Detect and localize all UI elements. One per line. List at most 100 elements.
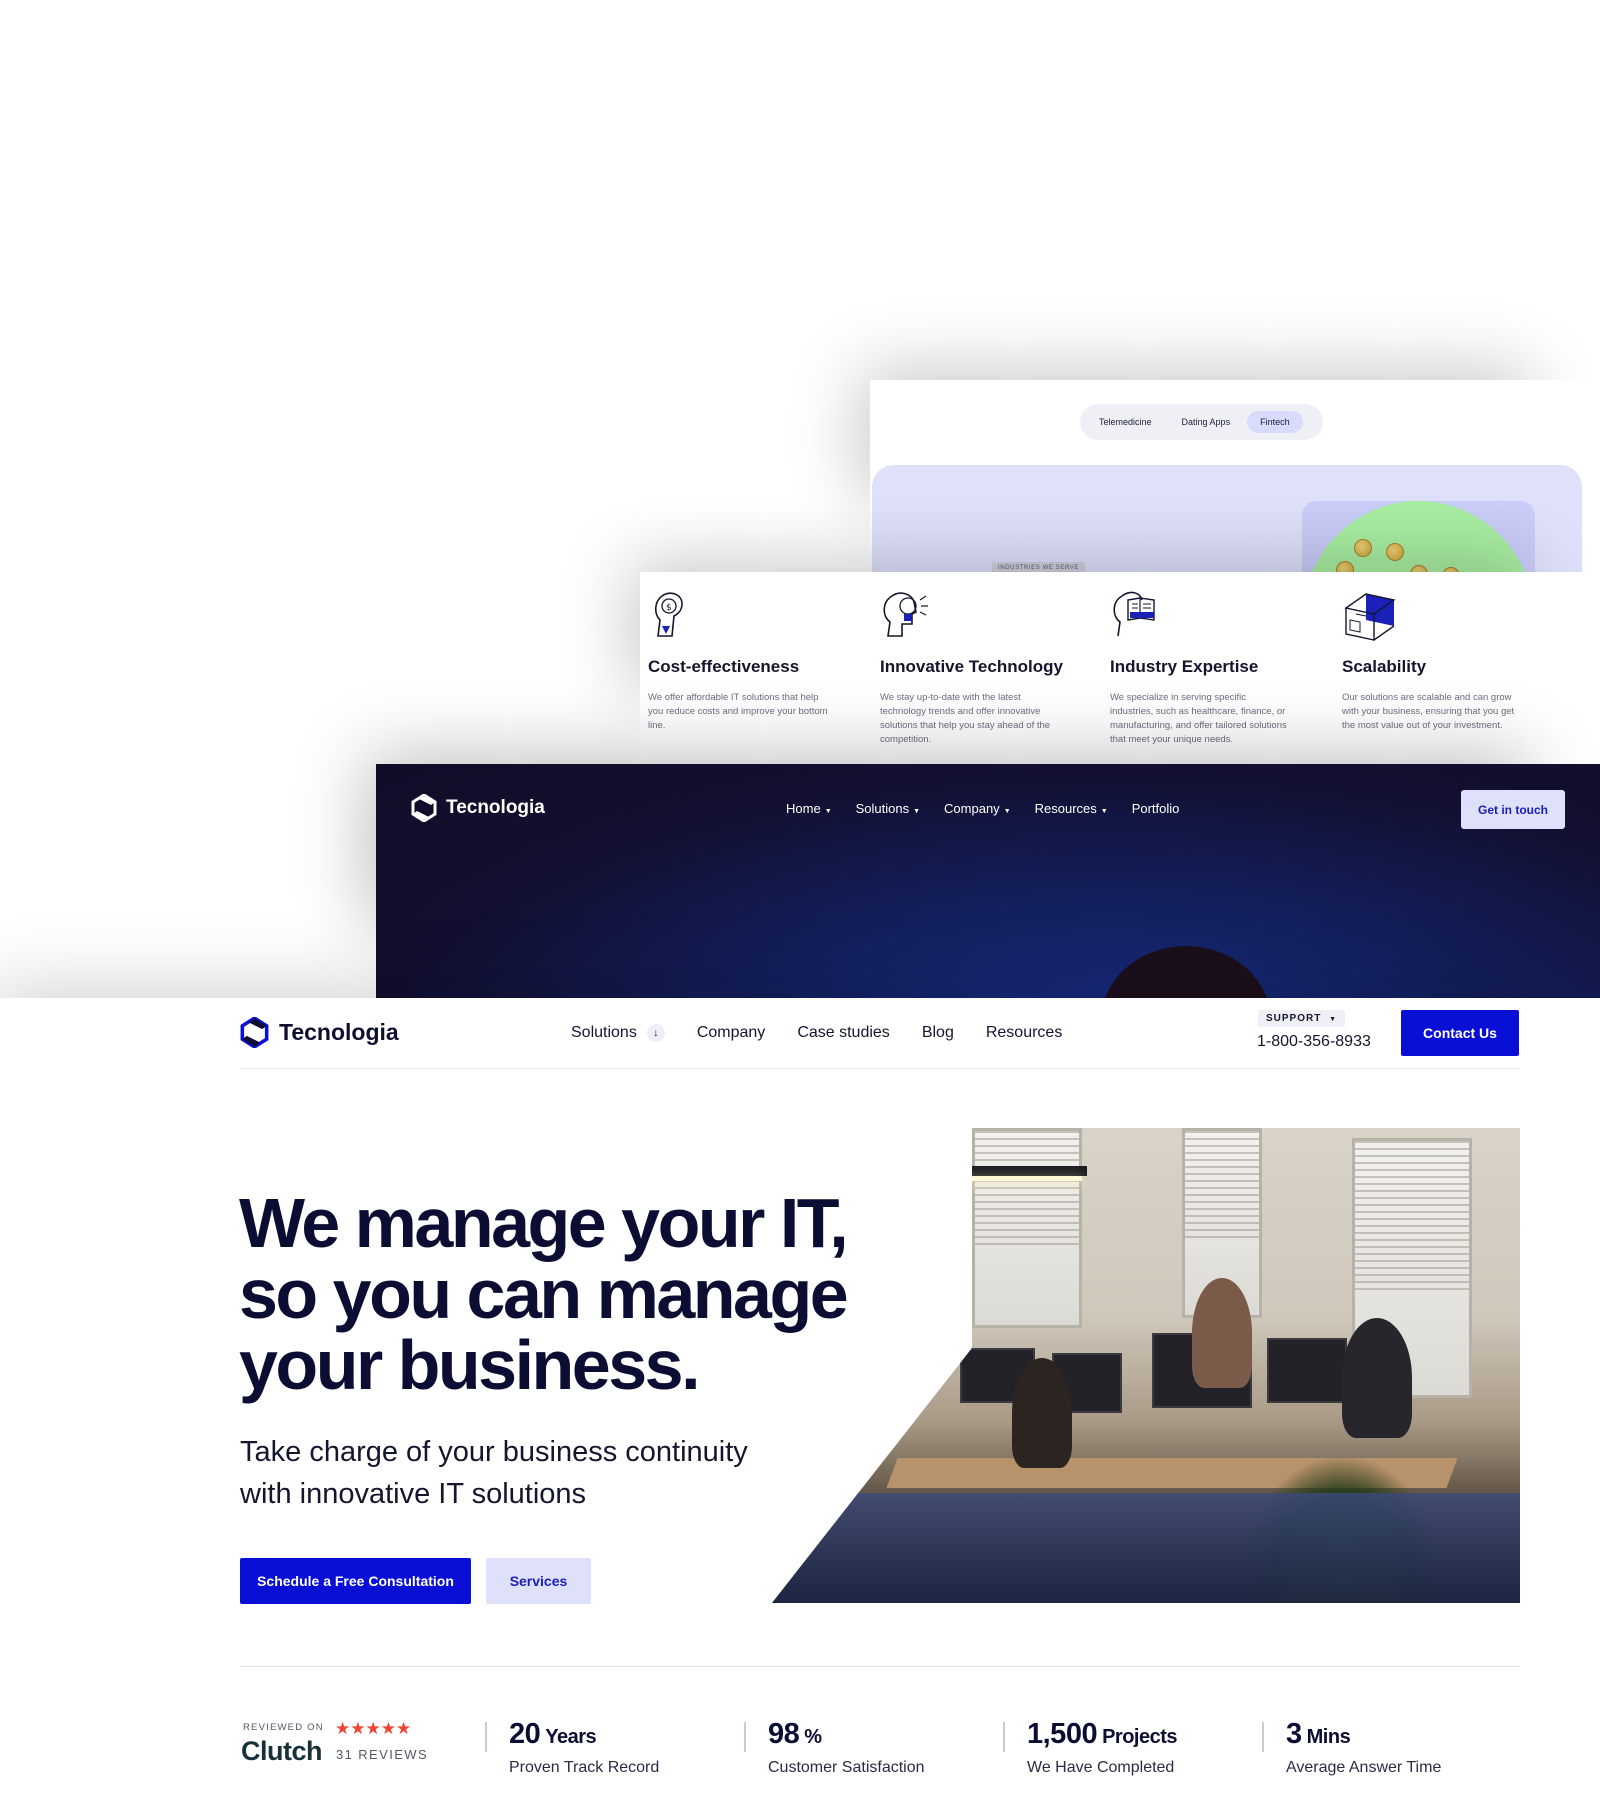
logo-mark-icon [411,794,437,822]
stat-value: 3 [1286,1718,1302,1750]
feature-scalability: Scalability Our solutions are scalable a… [1342,590,1522,733]
tab-telemedicine[interactable]: Telemedicine [1086,411,1165,433]
feature-cost-effectiveness: $ Cost-effectiveness We offer affordable… [648,590,828,733]
green-blob [1302,501,1535,572]
photo-monitor [1267,1338,1347,1403]
hero-title: We manage your IT, so you can manage you… [239,1188,879,1401]
main-page: Tecnologia Solutions ↓ Company Case studi… [0,998,1600,1800]
feature-title: Innovative Technology [880,657,1063,676]
clutch-logo: Clutch [241,1736,323,1767]
tab-fintech[interactable]: Fintech [1247,411,1303,433]
coin-icon [1336,561,1354,572]
feature-title: Cost-effectiveness [648,657,800,676]
nav-home[interactable]: Home ▼ [786,801,832,816]
nav-label: Home [786,801,821,816]
schedule-consultation-button[interactable]: Schedule a Free Consultation [240,1558,471,1604]
lightbulb-head-icon [883,592,928,637]
get-in-touch-button[interactable]: Get in touch [1461,790,1565,829]
nav-label: Resources [1034,801,1097,816]
nav-blog[interactable]: Blog [922,1024,954,1042]
stat-unit: Projects [1102,1726,1178,1748]
office-photo [772,1128,1520,1603]
stat-value: 98 [768,1718,800,1750]
main-logo[interactable]: Tecnologia [239,1017,399,1048]
coin-icon [1354,539,1372,557]
nav-solutions[interactable]: Solutions ▼ [856,801,920,816]
arrow-down-icon: ↓ [646,1024,665,1042]
section-tag: INDUSTRIES WE SERVE [992,562,1085,572]
stat-answer-time: 3 Mins Average Answer Time [1262,1718,1441,1776]
clutch-review-count: 31 REVIEWS [336,1747,429,1762]
header-divider [240,1068,1520,1069]
feature-title: Scalability [1342,657,1427,676]
nav-label: Portfolio [1131,801,1180,816]
hero-title-line: your business. [239,1326,701,1404]
hero-subtitle: Take charge of your business continuity … [240,1431,840,1515]
industry-tabs: Telemedicine Dating Apps Fintech [1080,404,1323,440]
hero-subtitle-line: with innovative IT solutions [240,1478,587,1510]
stat-unit: Mins [1306,1726,1351,1748]
nav-portfolio[interactable]: Portfolio [1132,801,1180,816]
clutch-badge[interactable]: REVIEWED ON Clutch ★★★★★ 31 REVIEWS [241,1719,431,1772]
stat-projects: 1,500 Projects We Have Completed [1003,1718,1178,1776]
stats-divider [240,1666,1520,1667]
caret-down-icon: ▼ [913,808,921,815]
logo-mark-icon [240,1017,269,1048]
cube-scale-icon [1344,593,1396,641]
stat-number: 98% [768,1718,925,1751]
stat-label: Proven Track Record [509,1759,660,1776]
services-button[interactable]: Services [486,1558,591,1604]
nav-resources[interactable]: Resources ▼ [1035,801,1108,816]
support-dropdown[interactable]: SUPPORT ▼ [1258,1010,1346,1027]
contact-us-button[interactable]: Contact Us [1401,1010,1519,1056]
stat-number: 1,500 Projects [1027,1718,1178,1751]
industry-card: INDUSTRIES WE SERVE [872,465,1582,572]
caret-down-icon: ▼ [824,808,832,815]
caret-down-icon: ▼ [1329,1016,1338,1023]
support-label: SUPPORT [1266,1013,1322,1024]
photo-person [1192,1278,1252,1388]
caret-down-icon: ▼ [1003,808,1011,815]
stat-years: 20 Years Proven Track Record [485,1718,659,1776]
photo-window [972,1128,1082,1328]
stat-number: 3 Mins [1286,1718,1441,1751]
hero-title-line: We manage your IT, [239,1184,849,1262]
photo-person [1012,1358,1072,1468]
photo-lamp-glow [957,1176,1082,1181]
nav-company[interactable]: Company ▼ [944,801,1011,816]
stat-number: 20 Years [509,1718,659,1751]
hero-title-line: so you can manage [239,1255,849,1333]
nav-solutions[interactable]: Solutions ↓ [571,1024,665,1042]
nav-company[interactable]: Company [697,1024,765,1042]
dark-nav: Home ▼ Solutions ▼ Company ▼ Resources ▼ Por… [786,801,1179,816]
stat-label: Average Answer Time [1286,1759,1442,1776]
hero-subtitle-line: Take charge of your business continuity [240,1436,748,1468]
rating-stars-icon: ★★★★★ [335,1719,412,1738]
feature-text: Our solutions are scalable and can grow … [1342,692,1515,731]
nav-label: Solutions [855,801,910,816]
feature-title: Industry Expertise [1110,657,1259,676]
coin-icon [1386,543,1404,561]
feature-innovative-technology: Innovative Technology We stay up-to-date… [880,590,1063,747]
nav-label: Solutions [571,1024,637,1041]
nav-resources[interactable]: Resources [986,1024,1062,1042]
main-nav: Solutions ↓ Company Case studies Blog Res… [571,1024,1094,1042]
fintech-illustration [1302,501,1535,572]
feature-text: We specialize in serving specific indust… [1110,692,1287,745]
stat-label: We Have Completed [1027,1759,1175,1776]
photo-person [1342,1318,1412,1438]
stat-satisfaction: 98% Customer Satisfaction [744,1718,925,1776]
dollar-head-icon: $ [654,592,683,637]
feature-industry-expertise: Industry Expertise We specialize in serv… [1110,590,1290,747]
book-head-icon [1113,591,1155,637]
industries-preview: Telemedicine Dating Apps Fintech INDUSTR… [870,380,1600,572]
nav-case-studies[interactable]: Case studies [797,1024,890,1042]
hero-silhouette [1101,946,1271,998]
svg-text:$: $ [666,603,672,613]
support-phone[interactable]: 1-800-356-8933 [1257,1033,1371,1051]
feature-text: We offer affordable IT solutions that he… [648,692,828,731]
dark-logo[interactable]: Tecnologia [410,794,545,822]
feature-text: We stay up-to-date with the latest techn… [880,692,1051,745]
tab-dating-apps[interactable]: Dating Apps [1169,411,1244,433]
logo-text: Tecnologia [279,1019,399,1045]
